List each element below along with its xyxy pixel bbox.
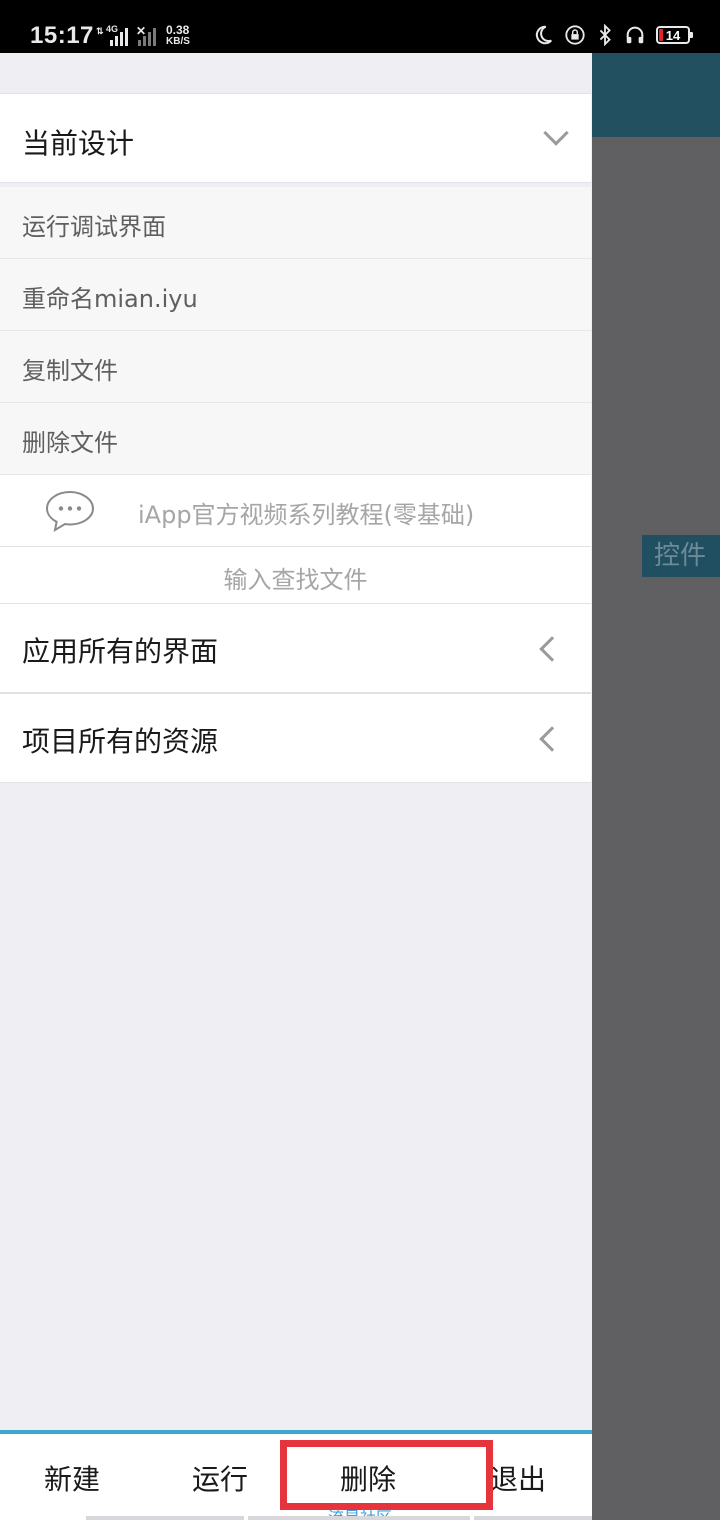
new-button[interactable]: 新建 (44, 1458, 100, 1498)
tutorial-label: iApp官方视频系列教程(零基础) (138, 501, 475, 529)
signal-arrows-icon: ⇅ (96, 26, 104, 36)
signal-strength-2-icon (138, 28, 156, 46)
toolbar-strip-segment (86, 1516, 244, 1520)
toolbar-strip-segment (474, 1516, 592, 1520)
section-current-design-label: 当前设计 (22, 127, 135, 160)
battery-level: 14 (665, 27, 681, 43)
menu-item-copy-file[interactable]: 复制文件 (0, 331, 591, 403)
battery-fill (659, 29, 663, 41)
signal-strength-icon (110, 28, 128, 46)
chevron-down-icon (543, 120, 569, 146)
run-button[interactable]: 运行 (192, 1458, 248, 1498)
screen: 15:17 ⇅ 4G ✕ 0.38 KB/S 14 控件 当前设计 运行调试界面… (0, 0, 720, 1520)
chat-bubble-icon (45, 490, 95, 533)
menu-item-label: 复制文件 (22, 357, 118, 385)
section-all-resources-label: 项目所有的资源 (22, 725, 219, 758)
toolbar-strip-segment (248, 1516, 470, 1520)
tutorial-link[interactable]: iApp官方视频系列教程(零基础) (0, 475, 591, 547)
menu-item-rename[interactable]: 重命名mian.iyu (0, 259, 591, 331)
file-search-placeholder: 输入查找文件 (223, 566, 368, 594)
lock-rotation-icon (565, 25, 585, 45)
section-all-resources[interactable]: 项目所有的资源 (0, 693, 591, 783)
bluetooth-icon (599, 24, 611, 46)
menu-item-delete-file[interactable]: 删除文件 (0, 403, 591, 475)
network-speed: 0.38 KB/S (166, 24, 190, 48)
section-all-screens-label: 应用所有的界面 (22, 635, 219, 668)
exit-button[interactable]: 退出 (490, 1458, 546, 1498)
headphones-icon (626, 26, 644, 44)
status-bar: 15:17 ⇅ 4G ✕ 0.38 KB/S 14 (0, 0, 720, 53)
menu-item-label: 删除文件 (22, 429, 118, 457)
background-app-bar (592, 53, 720, 137)
background-control-label: 控件 (642, 535, 720, 577)
menu-item-label: 重命名mian.iyu (22, 285, 198, 313)
status-right-icons: 14 (532, 24, 693, 46)
section-all-screens[interactable]: 应用所有的界面 (0, 603, 591, 693)
highlight-annotation-box (280, 1440, 493, 1510)
network-speed-value: 0.38 (166, 23, 190, 37)
chevron-left-icon (539, 726, 565, 752)
file-search-input[interactable]: 输入查找文件 (0, 547, 591, 603)
menu-item-run-debug[interactable]: 运行调试界面 (0, 187, 591, 259)
status-time: 15:17 (30, 22, 94, 49)
chevron-left-icon (539, 636, 565, 662)
section-current-design[interactable]: 当前设计 (0, 93, 591, 183)
network-speed-unit: KB/S (166, 36, 190, 47)
battery-icon: 14 (656, 26, 693, 44)
navigation-drawer: 当前设计 运行调试界面 重命名mian.iyu 复制文件 删除文件 iApp官方… (0, 53, 592, 1520)
bottom-toolbar: 新建 运行 删除 退出 流星社区 (0, 1430, 592, 1520)
menu-item-label: 运行调试界面 (22, 213, 166, 241)
moon-icon (535, 25, 552, 45)
